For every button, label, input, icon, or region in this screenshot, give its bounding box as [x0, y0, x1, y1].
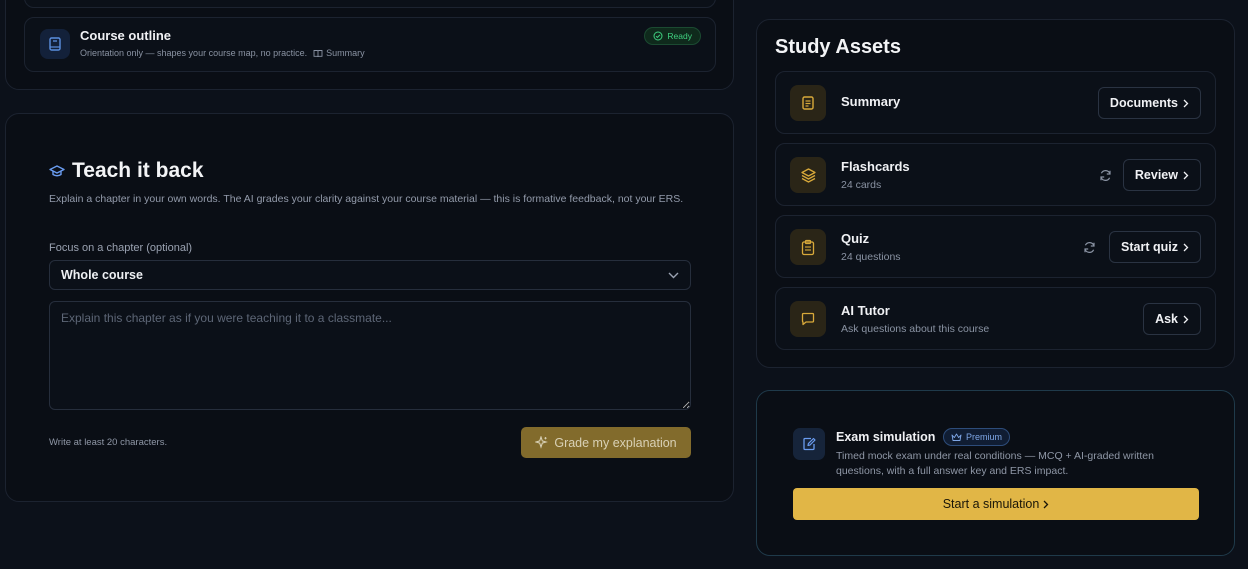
asset-row-summary: Summary Documents: [775, 71, 1216, 134]
start-quiz-button[interactable]: Start quiz: [1109, 231, 1201, 263]
course-outline-subtitle: Orientation only — shapes your course ma…: [80, 48, 365, 58]
min-characters-hint: Write at least 20 characters.: [49, 437, 168, 448]
crown-icon: [951, 433, 962, 441]
check-circle-icon: [653, 31, 663, 41]
teach-it-back-card: Teach it back Explain a chapter in your …: [5, 113, 734, 502]
chevron-right-icon: [1183, 315, 1189, 323]
asset-name-summary: Summary: [841, 94, 901, 109]
teach-title: Teach it back: [49, 159, 204, 183]
flashcards-count: 24 cards: [841, 179, 882, 191]
chevron-right-icon: [1043, 500, 1049, 508]
asset-name-ai-tutor: AI Tutor: [841, 303, 890, 318]
graduation-cap-icon: [49, 164, 65, 176]
ask-button-label: Ask: [1155, 312, 1178, 326]
exam-simulation-card: Exam simulation Premium Timed mock exam …: [756, 390, 1235, 556]
premium-badge: Premium: [943, 428, 1011, 446]
book-icon: [40, 29, 70, 59]
open-book-icon: [313, 49, 323, 57]
start-quiz-button-label: Start quiz: [1121, 240, 1178, 254]
chapter-select-value: Whole course: [61, 268, 143, 282]
status-badge: Ready: [644, 27, 701, 45]
course-outline-description: Orientation only — shapes your course ma…: [80, 48, 308, 58]
clipboard-icon: [790, 229, 826, 265]
asset-row-quiz: Quiz 24 questions Start quiz: [775, 215, 1216, 278]
chevron-right-icon: [1183, 99, 1189, 107]
start-simulation-label: Start a simulation: [942, 497, 1040, 511]
asset-name-quiz: Quiz: [841, 231, 870, 246]
course-outline-title: Course outline: [80, 28, 172, 43]
asset-name-flashcards: Flashcards: [841, 159, 910, 174]
study-assets-card: Study Assets Summary Documents Flashcard…: [756, 19, 1235, 368]
chevron-down-icon: [668, 272, 679, 278]
previous-list-item: [24, 0, 716, 8]
exam-simulation-description: Timed mock exam under real conditions — …: [836, 450, 1154, 477]
explanation-textarea[interactable]: [49, 301, 691, 410]
exam-simulation-title: Exam simulation: [836, 430, 936, 444]
summary-link-label: Summary: [326, 48, 365, 58]
grade-explanation-button[interactable]: Grade my explanation: [521, 427, 691, 458]
refresh-icon[interactable]: [1097, 167, 1113, 183]
review-button[interactable]: Review: [1122, 159, 1201, 191]
grade-button-label: Grade my explanation: [554, 435, 677, 450]
review-button-label: Review: [1134, 168, 1178, 182]
chapter-select[interactable]: Whole course: [49, 260, 691, 290]
start-simulation-button[interactable]: Start a simulation: [793, 488, 1199, 520]
ask-button[interactable]: Ask: [1143, 303, 1201, 335]
layers-icon: [790, 157, 826, 193]
quiz-question-count: 24 questions: [841, 251, 901, 263]
status-badge-label: Ready: [667, 31, 692, 41]
teach-description: Explain a chapter in your own words. The…: [49, 193, 684, 205]
document-icon: [790, 85, 826, 121]
documents-button-label: Documents: [1109, 96, 1178, 110]
focus-chapter-label: Focus on a chapter (optional): [49, 242, 193, 254]
chevron-right-icon: [1183, 171, 1189, 179]
course-outline-row[interactable]: Course outline Orientation only — shapes…: [24, 17, 716, 72]
refresh-icon[interactable]: [1081, 239, 1097, 255]
edit-document-icon: [793, 428, 825, 460]
ai-tutor-description: Ask questions about this course: [841, 323, 990, 335]
study-assets-title: Study Assets: [775, 36, 901, 58]
asset-row-ai-tutor: AI Tutor Ask questions about this course…: [775, 287, 1216, 350]
course-map-card: Course outline Orientation only — shapes…: [5, 0, 734, 90]
sparkle-icon: [535, 436, 549, 449]
teach-title-text: Teach it back: [72, 159, 204, 182]
chevron-right-icon: [1183, 243, 1189, 251]
chat-icon: [790, 301, 826, 337]
premium-badge-label: Premium: [966, 432, 1003, 442]
asset-row-flashcards: Flashcards 24 cards Review: [775, 143, 1216, 206]
summary-link[interactable]: Summary: [313, 48, 365, 58]
documents-button[interactable]: Documents: [1097, 87, 1201, 119]
